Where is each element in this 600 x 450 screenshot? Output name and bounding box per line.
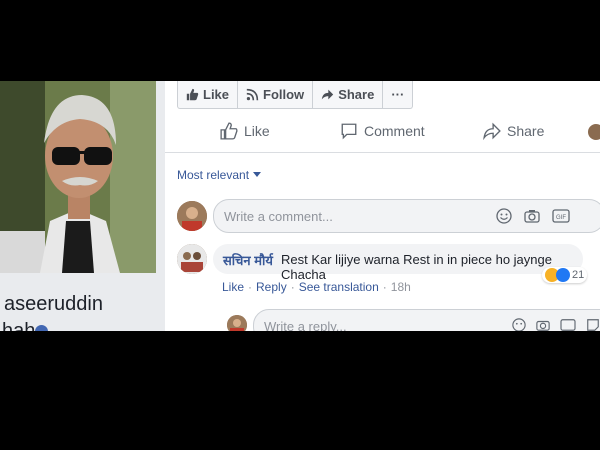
more-dots-icon: ··· — [391, 87, 405, 102]
comment-author-link[interactable]: सचिन मौर्य — [223, 251, 273, 269]
viewer-avatar[interactable] — [177, 201, 207, 231]
sort-label: Most relevant — [177, 168, 250, 182]
separator-dot: · — [248, 280, 253, 294]
share-post-button[interactable]: Share — [483, 122, 544, 140]
reply-avatar[interactable] — [227, 315, 247, 331]
rss-follow-icon — [246, 88, 259, 101]
post-feed: Like Follow Share ··· Like Comment Share… — [165, 81, 600, 331]
sticker-icon[interactable] — [586, 318, 600, 331]
camera-icon[interactable] — [524, 208, 540, 224]
commenter-avatar[interactable] — [177, 244, 207, 274]
page-action-bar: Like Follow Share ··· — [177, 81, 414, 109]
comment-input[interactable]: Write a comment... GIF — [213, 199, 600, 233]
emoji-icon[interactable] — [512, 318, 526, 331]
comment-reply-link[interactable]: Reply — [256, 280, 287, 294]
share-arrow-icon — [322, 89, 334, 100]
verified-badge-icon — [35, 325, 48, 331]
page-like-button[interactable]: Like — [178, 81, 239, 108]
separator-dot: · — [290, 280, 295, 294]
reply-input[interactable]: Write a reply... — [253, 309, 600, 331]
gif-icon[interactable]: GIF — [552, 208, 570, 224]
comment-text: Rest Kar lijiye warna Rest in in piece h… — [281, 252, 552, 282]
comment-timestamp[interactable]: 18h — [391, 280, 411, 294]
comment-action-links: Like · Reply · See translation · 18h — [222, 280, 411, 294]
comment-like-link[interactable]: Like — [222, 280, 244, 294]
like-post-label: Like — [244, 123, 270, 139]
page-share-label: Share — [338, 87, 375, 102]
comment-input-placeholder: Write a comment... — [224, 209, 333, 224]
comment-label: Comment — [364, 123, 425, 139]
camera-icon[interactable] — [536, 318, 550, 331]
profile-column: aseeruddin hah — [0, 81, 165, 331]
comment-button[interactable]: Comment — [340, 122, 425, 140]
follow-label: Follow — [263, 87, 305, 102]
share-outline-icon — [483, 122, 501, 140]
profile-photo[interactable] — [0, 81, 156, 273]
comment-input-tools: GIF — [496, 208, 570, 224]
more-options-button[interactable]: ··· — [383, 81, 412, 108]
viewer-avatar-small[interactable] — [588, 124, 600, 140]
comment-sort-dropdown[interactable]: Most relevant — [177, 168, 262, 182]
facebook-page: aseeruddin hah Like Follow Share ··· Lik… — [0, 81, 600, 331]
like-reaction-icon — [556, 268, 570, 282]
gif-icon[interactable] — [560, 318, 576, 331]
comment-bubble-icon — [341, 123, 357, 140]
svg-text:GIF: GIF — [556, 215, 566, 221]
comment-reactions[interactable]: 21 — [542, 267, 588, 283]
page-like-label: Like — [203, 87, 230, 102]
emoji-icon[interactable] — [496, 208, 512, 224]
post-reaction-bar: Like Comment Share — [165, 112, 600, 153]
profile-name-second-line[interactable]: hah — [2, 321, 35, 331]
like-post-button[interactable]: Like — [220, 122, 270, 140]
comment-reaction-count: 21 — [572, 269, 585, 281]
follow-button[interactable]: Follow — [238, 81, 314, 108]
profile-name[interactable]: aseeruddin — [4, 293, 103, 316]
thumbs-up-outline-icon — [220, 122, 238, 140]
see-translation-link[interactable]: See translation — [299, 280, 379, 294]
comment-bubble: सचिन मौर्य Rest Kar lijiye warna Rest in… — [213, 244, 583, 282]
share-post-label: Share — [507, 123, 545, 139]
reply-input-placeholder: Write a reply... — [264, 319, 347, 331]
page-share-button[interactable]: Share — [313, 81, 384, 108]
reply-input-tools — [512, 318, 600, 331]
separator-dot: · — [382, 280, 387, 294]
caret-down-icon — [253, 172, 262, 177]
thumbs-up-icon — [186, 88, 199, 101]
